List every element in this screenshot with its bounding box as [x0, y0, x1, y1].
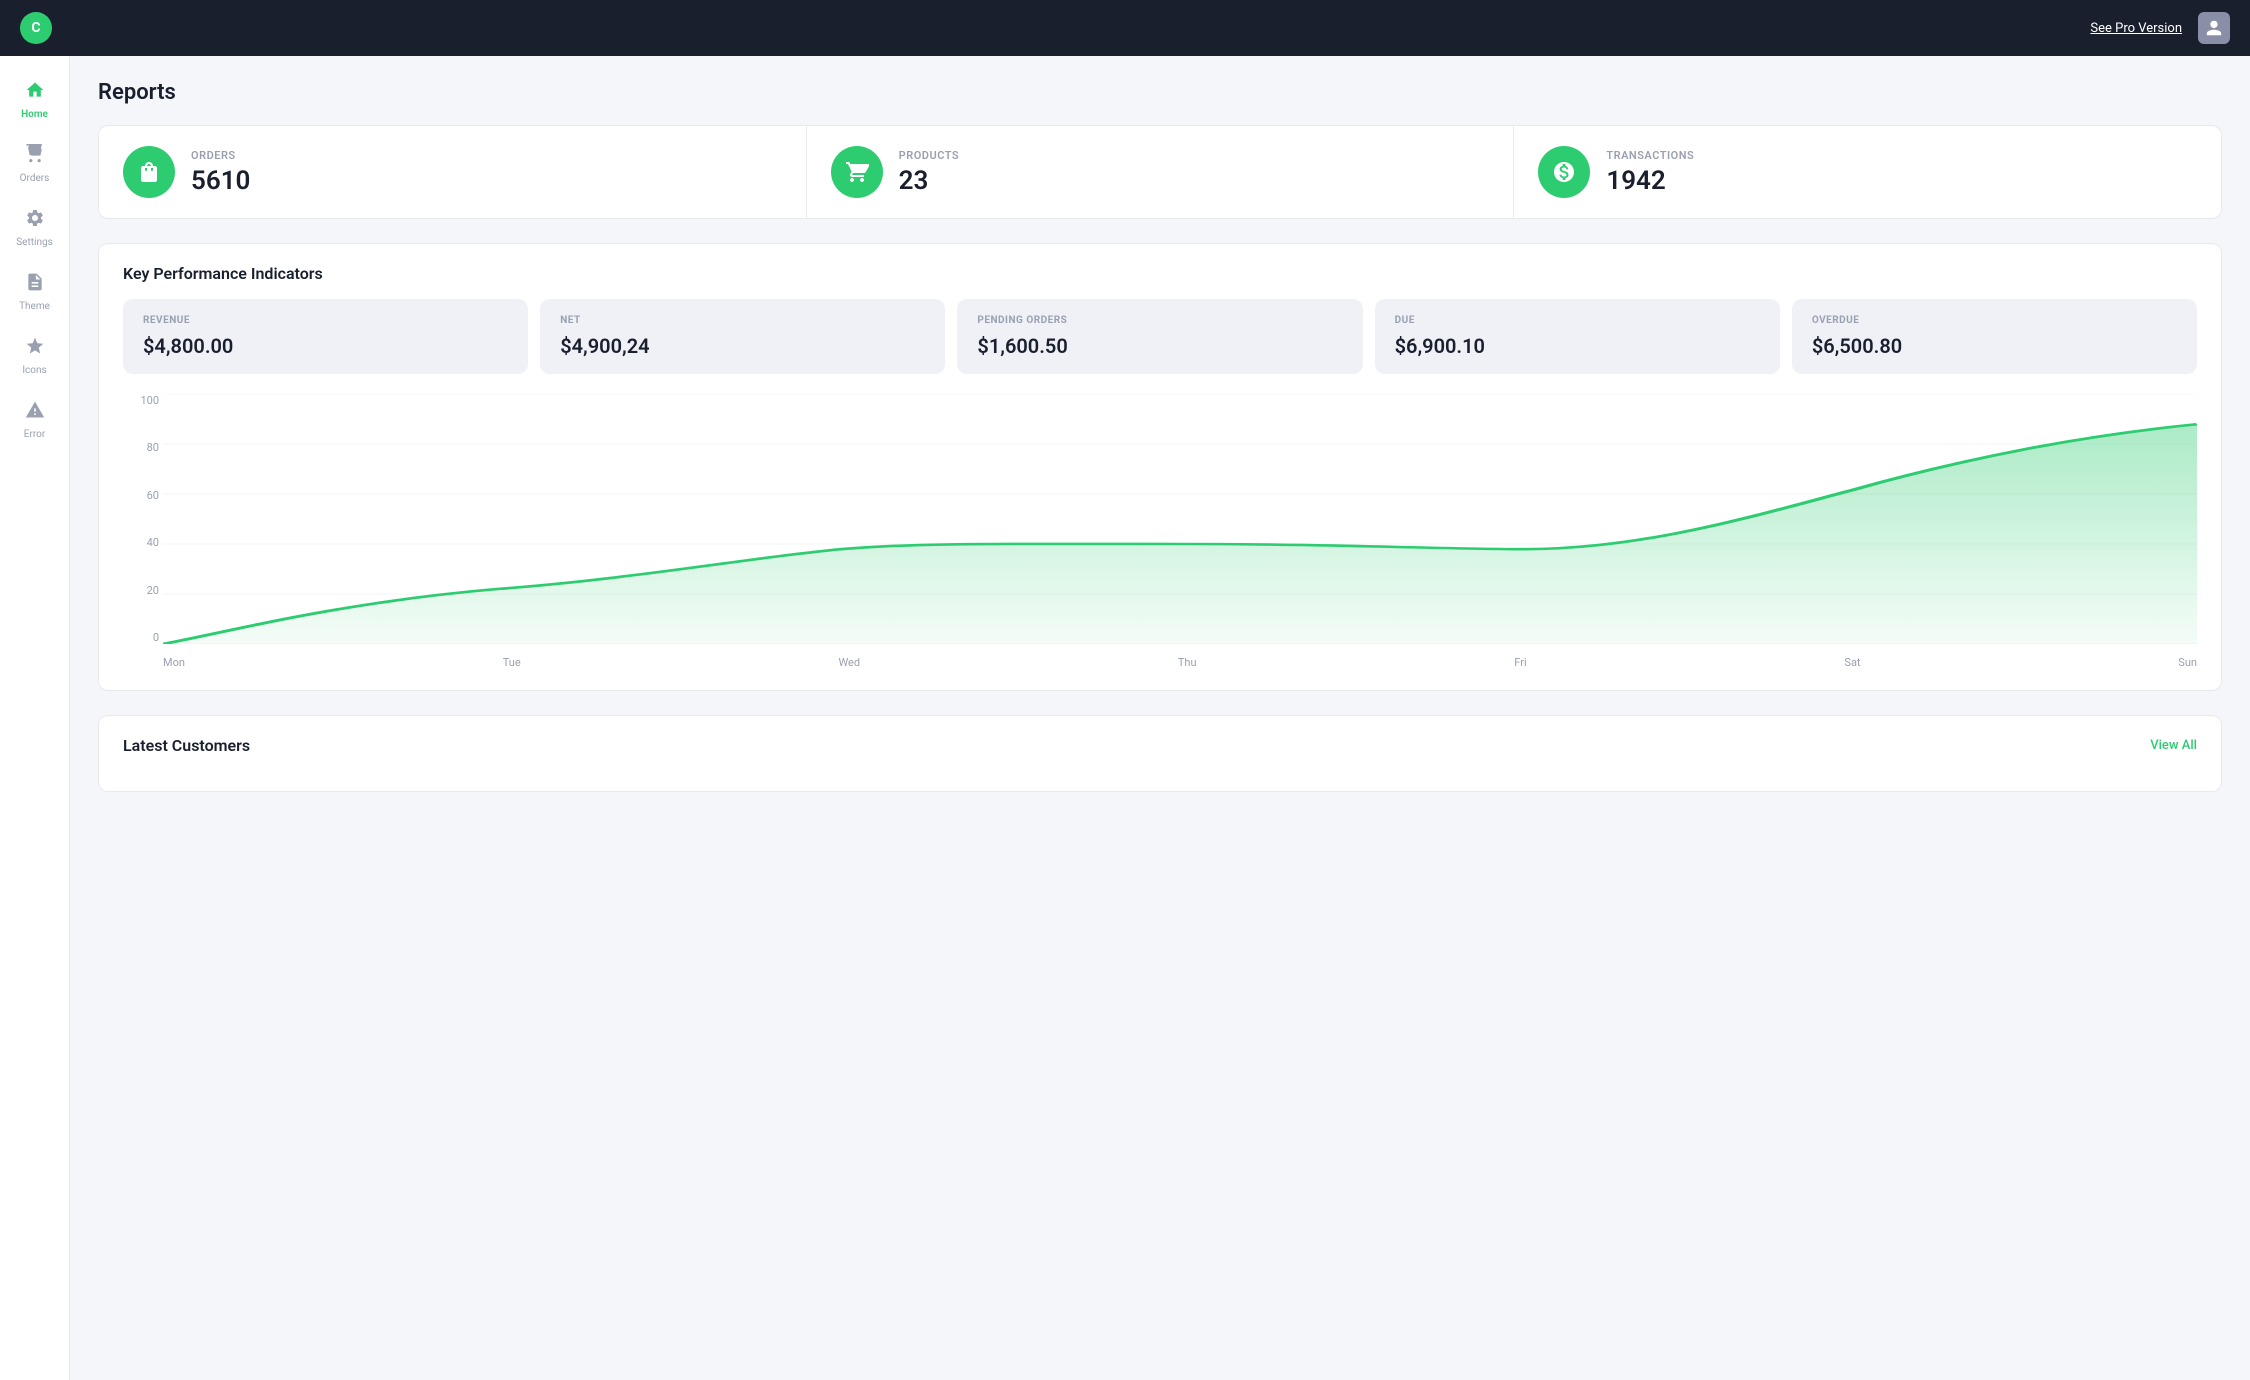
kpi-section: Key Performance Indicators REVENUE $4,80… — [98, 243, 2222, 691]
sidebar-label-error: Error — [24, 429, 45, 440]
kpi-label-overdue: OVERDUE — [1812, 315, 2177, 326]
stat-info-products: PRODUCTS 23 — [899, 149, 959, 196]
sidebar-label-settings: Settings — [16, 237, 53, 248]
chart-svg — [163, 394, 2197, 644]
stat-label-products: PRODUCTS — [899, 149, 959, 162]
kpi-card-pending: PENDING ORDERS $1,600.50 — [957, 299, 1362, 374]
y-label-0: 0 — [123, 631, 159, 644]
settings-icon — [25, 208, 45, 233]
chart-y-labels: 100 80 60 40 20 0 — [123, 394, 159, 644]
sidebar-item-orders[interactable]: Orders — [5, 136, 65, 192]
stat-label-transactions: TRANSACTIONS — [1606, 149, 1694, 162]
icons-icon — [25, 336, 45, 361]
chart-x-labels: Mon Tue Wed Thu Fri Sat Sun — [163, 650, 2197, 674]
y-label-80: 80 — [123, 441, 159, 454]
y-label-20: 20 — [123, 584, 159, 597]
navbar-right: See Pro Version — [2090, 12, 2230, 44]
stat-icon-products — [831, 146, 883, 198]
main-layout: Home Orders Settings Theme — [0, 56, 2250, 1380]
chart-fill — [163, 424, 2197, 644]
theme-icon — [25, 272, 45, 297]
stat-value-products: 23 — [899, 166, 959, 196]
sidebar-item-home[interactable]: Home — [5, 72, 65, 128]
latest-customers-section: Latest Customers View All — [98, 715, 2222, 792]
kpi-value-pending: $1,600.50 — [977, 334, 1342, 358]
main-content: Reports ORDERS 5610 PRODUCTS — [70, 56, 2250, 1380]
navbar: C See Pro Version — [0, 0, 2250, 56]
chart-area: 100 80 60 40 20 0 — [123, 394, 2197, 674]
stat-value-orders: 5610 — [191, 166, 250, 196]
orders-icon — [25, 144, 45, 169]
kpi-label-due: DUE — [1395, 315, 1760, 326]
avatar[interactable] — [2198, 12, 2230, 44]
y-label-100: 100 — [123, 394, 159, 407]
sidebar-item-settings[interactable]: Settings — [5, 200, 65, 256]
error-icon — [25, 400, 45, 425]
kpi-value-revenue: $4,800.00 — [143, 334, 508, 358]
sidebar-item-theme[interactable]: Theme — [5, 264, 65, 320]
sidebar: Home Orders Settings Theme — [0, 56, 70, 1380]
kpi-label-pending: PENDING ORDERS — [977, 315, 1342, 326]
sidebar-label-orders: Orders — [20, 173, 50, 184]
stat-card-products: PRODUCTS 23 — [807, 126, 1515, 218]
x-label-tue: Tue — [503, 656, 521, 669]
kpi-card-overdue: OVERDUE $6,500.80 — [1792, 299, 2197, 374]
page-title: Reports — [98, 80, 2222, 105]
user-icon — [2205, 19, 2223, 37]
x-label-fri: Fri — [1514, 656, 1526, 669]
kpi-label-net: NET — [560, 315, 925, 326]
kpi-card-due: DUE $6,900.10 — [1375, 299, 1780, 374]
sidebar-label-theme: Theme — [19, 301, 50, 312]
x-label-sat: Sat — [1844, 656, 1860, 669]
sidebar-item-error[interactable]: Error — [5, 392, 65, 448]
stat-card-transactions: TRANSACTIONS 1942 — [1514, 126, 2221, 218]
kpi-title: Key Performance Indicators — [123, 264, 2197, 283]
see-pro-link[interactable]: See Pro Version — [2090, 21, 2182, 36]
stat-value-transactions: 1942 — [1606, 166, 1694, 196]
kpi-card-revenue: REVENUE $4,800.00 — [123, 299, 528, 374]
x-label-thu: Thu — [1178, 656, 1197, 669]
x-label-mon: Mon — [163, 656, 185, 669]
kpi-value-overdue: $6,500.80 — [1812, 334, 2177, 358]
stat-label-orders: ORDERS — [191, 149, 250, 162]
kpi-value-net: $4,900,24 — [560, 334, 925, 358]
kpi-label-revenue: REVENUE — [143, 315, 508, 326]
y-label-60: 60 — [123, 489, 159, 502]
view-all-link[interactable]: View All — [2150, 738, 2197, 753]
stats-row: ORDERS 5610 PRODUCTS 23 — [98, 125, 2222, 219]
home-icon — [25, 80, 45, 105]
kpi-value-due: $6,900.10 — [1395, 334, 1760, 358]
chart-plot — [163, 394, 2197, 644]
stat-card-orders: ORDERS 5610 — [99, 126, 807, 218]
sidebar-item-icons[interactable]: Icons — [5, 328, 65, 384]
x-label-sun: Sun — [2178, 656, 2197, 669]
stat-icon-orders — [123, 146, 175, 198]
kpi-row: REVENUE $4,800.00 NET $4,900,24 PENDING … — [123, 299, 2197, 374]
latest-customers-title: Latest Customers — [123, 736, 250, 755]
latest-customers-header: Latest Customers View All — [123, 736, 2197, 755]
logo-text: C — [31, 20, 40, 36]
sidebar-label-home: Home — [21, 109, 48, 120]
x-label-wed: Wed — [838, 656, 860, 669]
logo[interactable]: C — [20, 12, 52, 44]
stat-info-orders: ORDERS 5610 — [191, 149, 250, 196]
kpi-card-net: NET $4,900,24 — [540, 299, 945, 374]
stat-info-transactions: TRANSACTIONS 1942 — [1606, 149, 1694, 196]
y-label-40: 40 — [123, 536, 159, 549]
sidebar-label-icons: Icons — [22, 365, 46, 376]
stat-icon-transactions — [1538, 146, 1590, 198]
